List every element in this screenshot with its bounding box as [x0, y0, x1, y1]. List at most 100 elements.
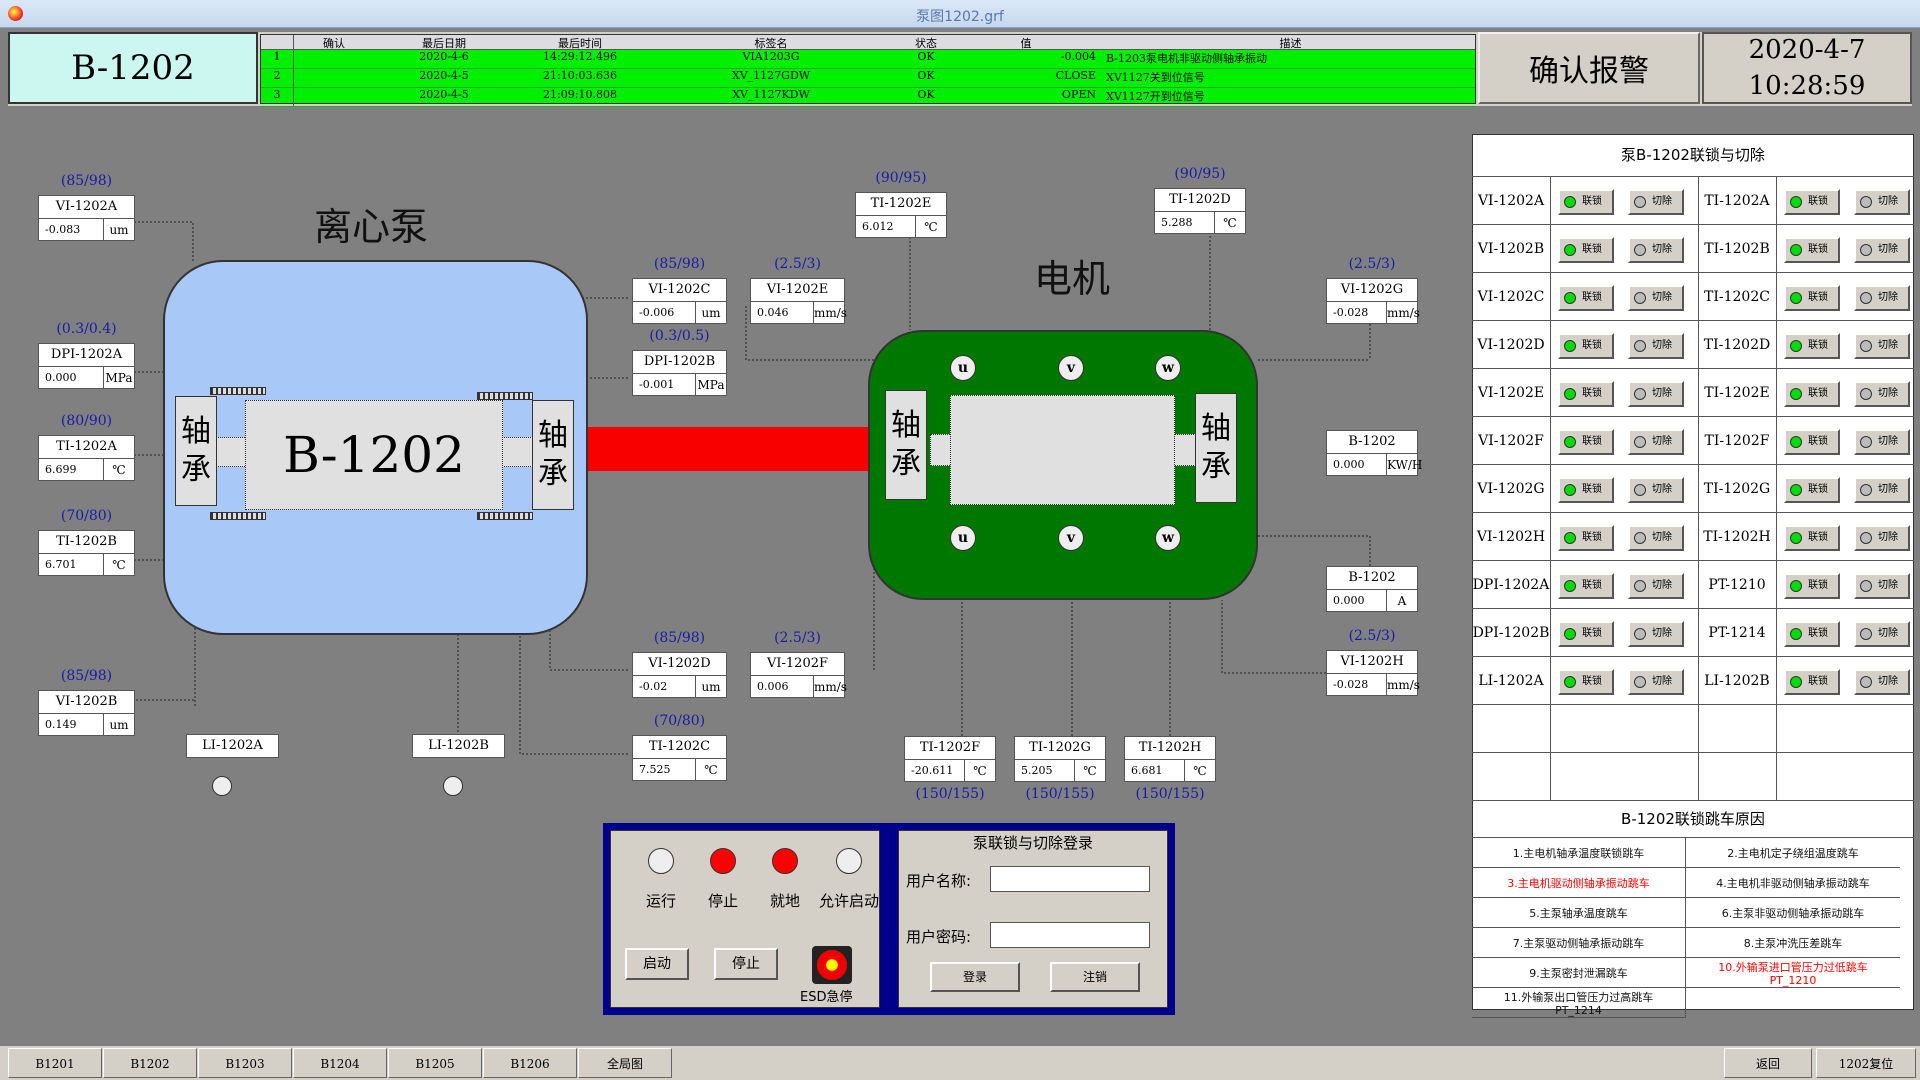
interlock-off-button[interactable]: 切除	[1854, 477, 1910, 503]
status-lamp	[710, 848, 736, 874]
status-dot-icon	[1564, 532, 1576, 544]
status-dot-icon	[1790, 292, 1802, 304]
terminal-v-bottom: v	[1058, 525, 1084, 551]
button-label: 联锁	[1582, 676, 1602, 687]
interlock-off-button[interactable]: 切除	[1628, 429, 1684, 455]
interlock-off-button[interactable]: 切除	[1628, 573, 1684, 599]
interlock-on-button[interactable]: 联锁	[1558, 189, 1614, 215]
interlock-name: DPI-1202A	[1472, 577, 1550, 593]
interlock-off-button[interactable]: 切除	[1854, 381, 1910, 407]
interlock-on-button[interactable]: 联锁	[1784, 237, 1840, 263]
interlock-off-button[interactable]: 切除	[1854, 429, 1910, 455]
tag-name: TI-1202F	[905, 737, 995, 760]
nav-tab-4[interactable]: B1205	[388, 1048, 482, 1078]
button-label: 联锁	[1582, 436, 1602, 447]
stop-button[interactable]: 停止	[714, 948, 778, 980]
interlock-on-button[interactable]: 联锁	[1784, 285, 1840, 311]
username-input[interactable]	[990, 866, 1150, 892]
divider	[1776, 369, 1777, 417]
motor-bearing-right: 轴 承	[1195, 393, 1237, 503]
interlock-off-button[interactable]: 切除	[1854, 669, 1910, 695]
status-dot-icon	[1860, 244, 1872, 256]
tag-value: 0.149	[39, 714, 104, 736]
status-lamp	[648, 848, 674, 874]
status-dot-icon	[1860, 340, 1872, 352]
interlock-on-button[interactable]: 联锁	[1558, 429, 1614, 455]
nav-tab-2[interactable]: B1203	[198, 1048, 292, 1078]
interlock-off-button[interactable]: 切除	[1854, 573, 1910, 599]
status-dot-icon	[1860, 436, 1872, 448]
tag-name: B-1202	[1327, 567, 1417, 590]
interlock-row: VI-1202D 联锁 切除 TI-1202D 联锁 切除	[1472, 321, 1914, 369]
button-label: 联锁	[1582, 388, 1602, 399]
interlock-on-button[interactable]: 联锁	[1558, 477, 1614, 503]
back-button[interactable]: 返回	[1724, 1048, 1812, 1078]
logout-button[interactable]: 注销	[1050, 962, 1140, 992]
interlock-on-button[interactable]: 联锁	[1784, 525, 1840, 551]
nav-tab-6[interactable]: 全局图	[578, 1048, 672, 1078]
interlock-on-button[interactable]: 联锁	[1784, 333, 1840, 359]
esd-button[interactable]	[812, 946, 852, 984]
divider	[1550, 465, 1551, 513]
interlock-on-button[interactable]: 联锁	[1558, 573, 1614, 599]
interlock-off-button[interactable]: 切除	[1854, 237, 1910, 263]
instrument-tag: TI-1202F -20.611 ℃	[904, 736, 996, 782]
username-label: 用户名称:	[906, 872, 972, 890]
tag-limit: (2.5/3)	[1348, 628, 1396, 644]
status-dot-icon	[1634, 676, 1646, 688]
instrument-tag: VI-1202E 0.046 mm/s	[750, 278, 847, 324]
interlock-off-button[interactable]: 切除	[1628, 285, 1684, 311]
interlock-off-button[interactable]: 切除	[1628, 669, 1684, 695]
tag-limit: (0.3/0.4)	[56, 321, 117, 337]
interlock-on-button[interactable]: 联锁	[1558, 333, 1614, 359]
interlock-on-button[interactable]: 联锁	[1784, 669, 1840, 695]
interlock-off-button[interactable]: 切除	[1854, 525, 1910, 551]
nav-tab-3[interactable]: B1204	[293, 1048, 387, 1078]
nav-tab-0[interactable]: B1201	[8, 1048, 102, 1078]
bearing-text: 轴	[181, 414, 211, 449]
status-dot-icon	[1860, 292, 1872, 304]
interlock-off-button[interactable]: 切除	[1628, 525, 1684, 551]
button-label: 联锁	[1808, 244, 1828, 255]
interlock-off-button[interactable]: 切除	[1628, 189, 1684, 215]
interlock-name: PT-1210	[1708, 577, 1766, 593]
interlock-on-button[interactable]: 联锁	[1784, 573, 1840, 599]
tag-name: VI-1202C	[633, 279, 726, 302]
password-input[interactable]	[990, 922, 1150, 948]
interlock-on-button[interactable]: 联锁	[1558, 525, 1614, 551]
button-label: 切除	[1652, 580, 1672, 591]
interlock-off-button[interactable]: 切除	[1854, 189, 1910, 215]
instrument-tag: VI-1202C -0.006 um	[632, 278, 727, 324]
interlock-on-button[interactable]: 联锁	[1558, 621, 1614, 647]
interlock-off-button[interactable]: 切除	[1628, 477, 1684, 503]
reset-button[interactable]: 1202复位	[1816, 1048, 1916, 1078]
interlock-on-button[interactable]: 联锁	[1558, 237, 1614, 263]
interlock-on-button[interactable]: 联锁	[1784, 477, 1840, 503]
interlock-on-button[interactable]: 联锁	[1558, 669, 1614, 695]
interlock-on-button[interactable]: 联锁	[1558, 285, 1614, 311]
button-label: 联锁	[1582, 532, 1602, 543]
interlock-row: VI-1202C 联锁 切除 TI-1202C 联锁 切除	[1472, 273, 1914, 321]
interlock-on-button[interactable]: 联锁	[1784, 429, 1840, 455]
interlock-on-button[interactable]: 联锁	[1558, 381, 1614, 407]
nav-tab-5[interactable]: B1206	[483, 1048, 577, 1078]
login-button[interactable]: 登录	[930, 962, 1020, 992]
interlock-on-button[interactable]: 联锁	[1784, 621, 1840, 647]
interlock-on-button[interactable]: 联锁	[1784, 189, 1840, 215]
tag-value-row: 0.000 KW/H	[1327, 454, 1422, 476]
interlock-off-button[interactable]: 切除	[1854, 285, 1910, 311]
interlock-off-button[interactable]: 切除	[1628, 621, 1684, 647]
interlock-off-button[interactable]: 切除	[1854, 621, 1910, 647]
interlock-row: VI-1202G 联锁 切除 TI-1202G 联锁 切除	[1472, 465, 1914, 513]
divider	[1550, 513, 1551, 561]
tag-unit: ℃	[1193, 764, 1207, 778]
interlock-off-button[interactable]: 切除	[1628, 381, 1684, 407]
interlock-off-button[interactable]: 切除	[1854, 333, 1910, 359]
start-button[interactable]: 启动	[625, 948, 689, 980]
interlock-on-button[interactable]: 联锁	[1784, 381, 1840, 407]
nav-tab-1[interactable]: B1202	[103, 1048, 197, 1078]
instrument-tag: TI-1202B 6.701 ℃	[38, 530, 135, 576]
interlock-off-button[interactable]: 切除	[1628, 237, 1684, 263]
trip-reason: 5.主泵轴承温度跳车	[1529, 907, 1628, 920]
interlock-off-button[interactable]: 切除	[1628, 333, 1684, 359]
